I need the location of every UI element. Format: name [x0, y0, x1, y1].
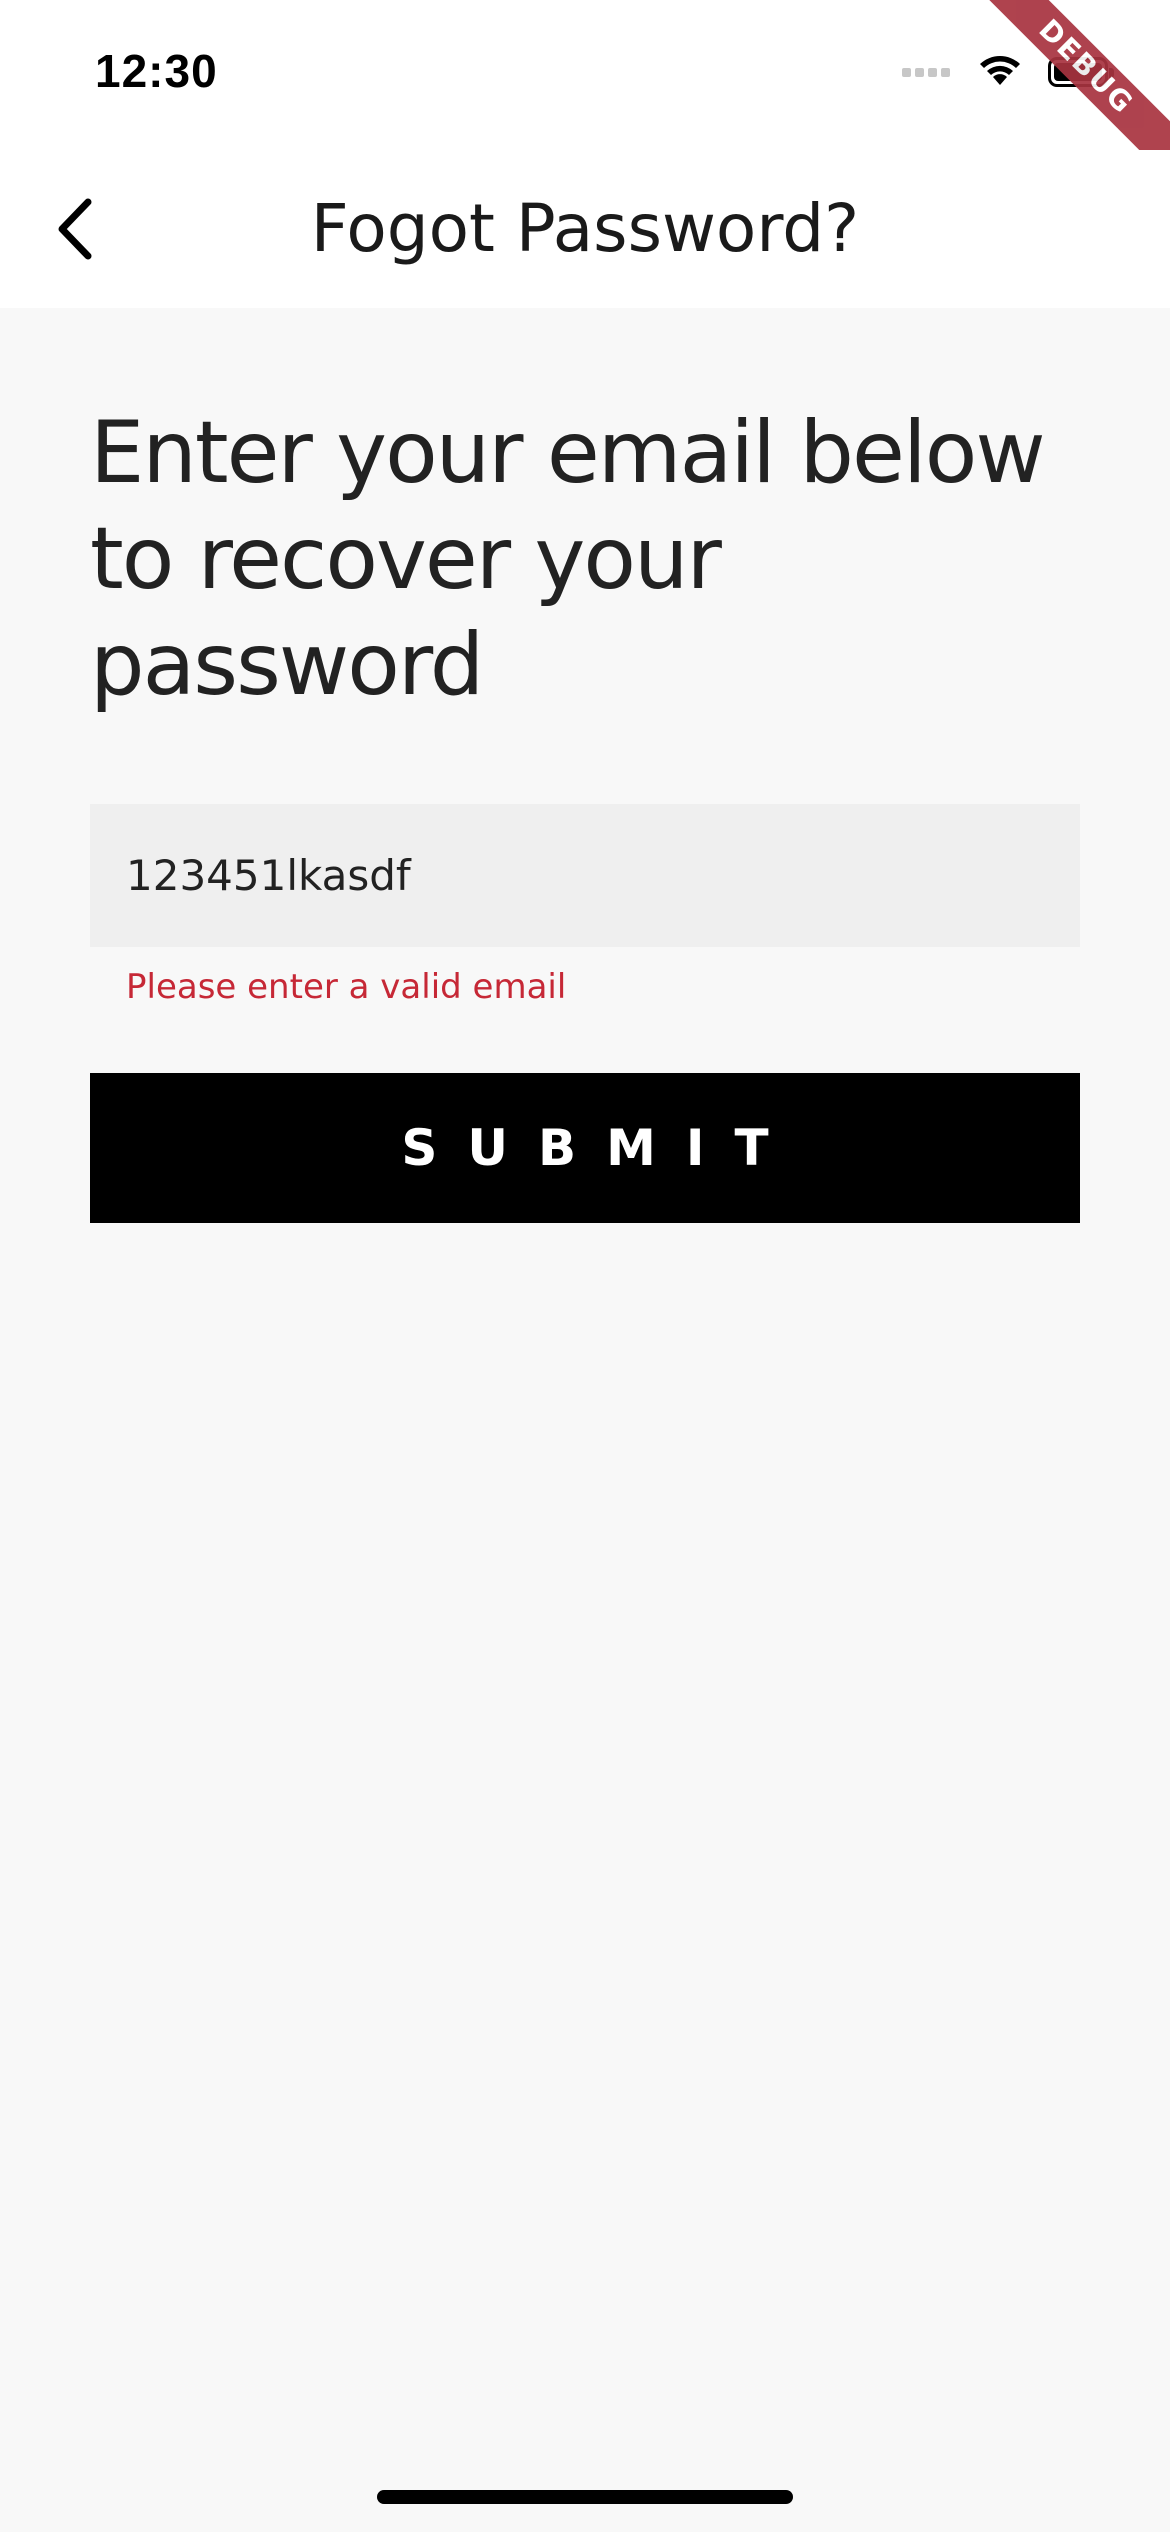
- status-time: 12:30: [95, 45, 218, 97]
- cellular-signal-icon: [902, 67, 954, 77]
- wifi-icon: [978, 53, 1022, 91]
- chevron-left-icon: [58, 198, 92, 260]
- app-bar: Fogot Password?: [0, 150, 1170, 308]
- status-bar: 12:30: [0, 0, 1170, 150]
- submit-button[interactable]: SUBMIT: [90, 1073, 1080, 1223]
- email-field[interactable]: [90, 804, 1080, 947]
- page-title: Fogot Password?: [310, 190, 860, 267]
- home-indicator[interactable]: [377, 2490, 793, 2504]
- email-error-message: Please enter a valid email: [126, 967, 567, 1007]
- back-button[interactable]: [30, 184, 120, 274]
- instruction-heading: Enter your email below to recover your p…: [90, 403, 1046, 715]
